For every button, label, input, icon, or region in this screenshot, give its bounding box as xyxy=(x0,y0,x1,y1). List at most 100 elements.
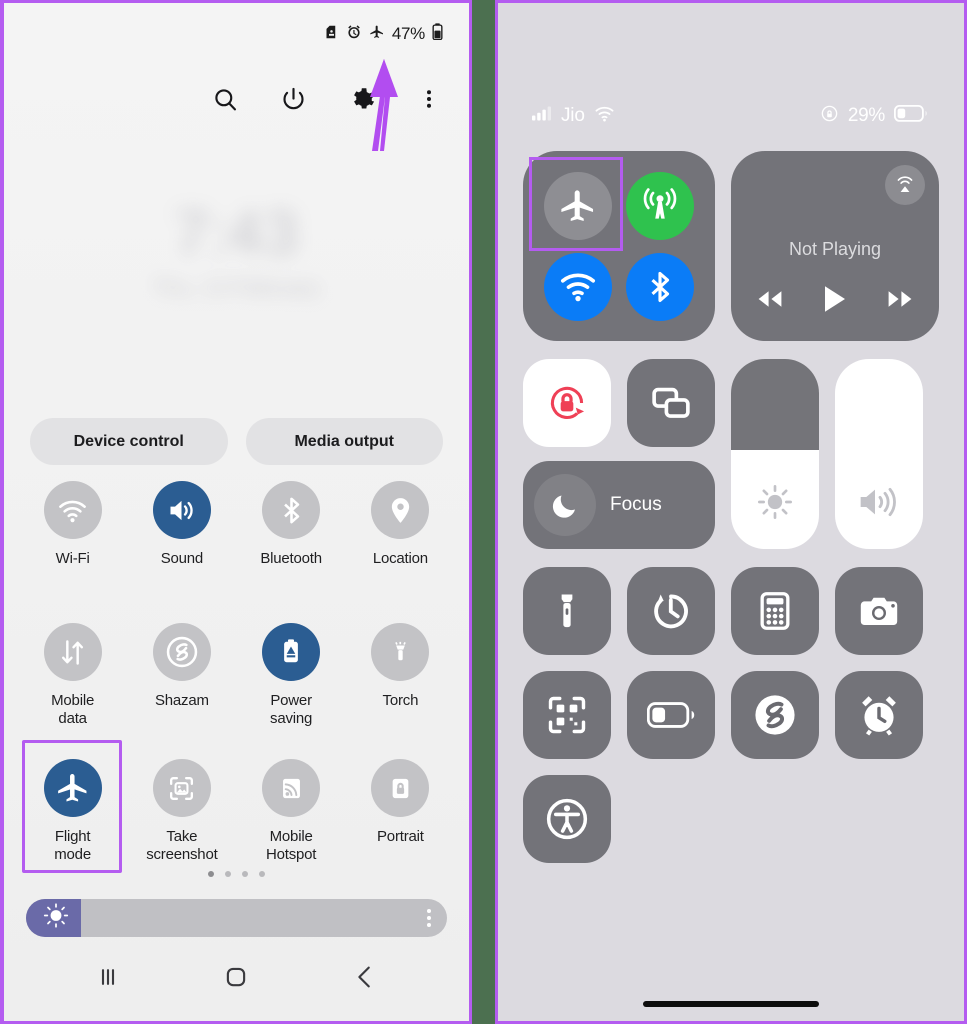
screen-mirroring-icon xyxy=(652,387,690,418)
rotation-lock-icon xyxy=(550,386,585,419)
page-indicator-dots[interactable] xyxy=(4,871,469,877)
accessibility-icon xyxy=(546,798,588,840)
quick-tile-power-saving[interactable]: Power saving xyxy=(237,623,346,759)
wifi-icon xyxy=(43,481,102,539)
alarm-icon xyxy=(346,24,362,45)
page-dot[interactable] xyxy=(208,871,214,877)
airplane-icon xyxy=(561,189,594,221)
control-center-app-tiles xyxy=(523,567,939,863)
play-button[interactable] xyxy=(822,284,848,319)
brightness-icon xyxy=(43,903,69,934)
quick-tile-label: Power saving xyxy=(270,692,313,727)
cellular-data-toggle[interactable] xyxy=(626,171,694,240)
page-dot[interactable] xyxy=(225,871,231,877)
battery-icon xyxy=(893,104,928,127)
quick-tile-bluetooth[interactable]: Bluetooth xyxy=(237,481,346,623)
page-dot[interactable] xyxy=(259,871,265,877)
quick-tile-wifi[interactable]: Wi-Fi xyxy=(18,481,127,623)
power-icon[interactable] xyxy=(271,77,315,121)
volume-slider[interactable] xyxy=(835,359,923,549)
bluetooth-icon xyxy=(262,481,321,539)
control-center-grid: Not Playing Focus xyxy=(523,151,939,863)
search-icon[interactable] xyxy=(203,77,247,121)
rotation-lock-icon xyxy=(820,104,839,128)
quick-tile-label: Mobile Hotspot xyxy=(265,828,317,863)
brightness-icon xyxy=(755,482,795,527)
bluetooth-toggle[interactable] xyxy=(626,252,694,321)
media-status-text: Not Playing xyxy=(788,239,882,259)
brightness-slider[interactable] xyxy=(731,359,819,549)
moon-icon xyxy=(534,474,596,536)
quick-tile-label: Location xyxy=(372,550,428,567)
airplane-mode-status-icon xyxy=(369,24,385,45)
clock-date: Thu, 13 February xyxy=(152,275,321,300)
rewind-button[interactable] xyxy=(754,288,786,315)
wifi-toggle[interactable] xyxy=(544,252,612,321)
quick-tile-mobile-data[interactable]: Mobile data xyxy=(18,623,127,759)
airplane-icon xyxy=(43,759,102,817)
calculator-icon xyxy=(760,592,790,630)
device-control-button[interactable]: Device control xyxy=(30,418,228,465)
android-tile-grid: Wi-Fi Sound Bluetooth Location Mobile da… xyxy=(18,481,455,895)
screen-mirroring-tile[interactable] xyxy=(627,359,715,447)
bluetooth-icon xyxy=(651,271,670,302)
sim-card-icon xyxy=(324,24,339,45)
media-transport-controls xyxy=(754,284,916,319)
hotspot-icon xyxy=(262,759,321,817)
torch-icon xyxy=(371,623,430,681)
wifi-icon xyxy=(594,106,615,127)
cellular-bars-icon xyxy=(532,106,552,126)
focus-label: Focus xyxy=(610,494,662,515)
volume-icon xyxy=(857,482,901,527)
rotation-lock-icon xyxy=(371,759,430,817)
back-button[interactable] xyxy=(335,947,395,1007)
quick-tile-location[interactable]: Location xyxy=(346,481,455,623)
airplane-mode-toggle[interactable] xyxy=(544,171,612,240)
annotation-arrow xyxy=(370,59,398,151)
rotation-lock-tile[interactable] xyxy=(523,359,611,447)
home-button[interactable] xyxy=(206,947,266,1007)
flashlight-tile[interactable] xyxy=(523,567,611,655)
qr-scanner-tile[interactable] xyxy=(523,671,611,759)
home-indicator xyxy=(643,1001,819,1007)
recents-button[interactable] xyxy=(78,947,138,1007)
alarm-clock-icon xyxy=(862,696,896,736)
battery-icon xyxy=(432,23,443,45)
ios-battery-percent: 29% xyxy=(847,105,885,126)
sound-icon xyxy=(152,481,211,539)
mobile-data-icon xyxy=(43,623,102,681)
accessibility-tile[interactable] xyxy=(523,775,611,863)
android-battery-percent: 47% xyxy=(391,24,425,43)
android-quick-settings-panel: 47% 7:43 Thu, 13 February Device control… xyxy=(0,0,472,1024)
screenshot-icon xyxy=(152,759,211,817)
lockscreen-clock: 7:43 Thu, 13 February xyxy=(4,198,469,301)
ios-control-center-panel: Jio 29% Not Playing Focus xyxy=(495,0,967,1024)
fast-forward-button[interactable] xyxy=(884,288,916,315)
brightness-track-filled xyxy=(731,359,819,451)
quick-tile-label: Flight mode xyxy=(54,828,91,863)
quick-tile-shazam[interactable]: Shazam xyxy=(127,623,236,759)
quick-tile-label: Take screenshot xyxy=(146,828,218,863)
media-output-button[interactable]: Media output xyxy=(245,418,443,465)
quick-tile-torch[interactable]: Torch xyxy=(346,623,455,759)
airplay-audio-icon[interactable] xyxy=(885,165,925,205)
quick-tile-label: Portrait xyxy=(377,828,424,845)
clock-time: 7:43 xyxy=(174,199,299,268)
quick-tile-sound[interactable]: Sound xyxy=(127,481,236,623)
timer-tile[interactable] xyxy=(627,567,715,655)
brightness-menu-icon[interactable] xyxy=(427,909,431,927)
ios-status-bar: Jio 29% xyxy=(498,99,964,133)
comparison-stage: 47% 7:43 Thu, 13 February Device control… xyxy=(0,0,967,1024)
brightness-slider[interactable] xyxy=(26,899,447,937)
media-module[interactable]: Not Playing xyxy=(731,151,939,341)
page-dot[interactable] xyxy=(242,871,248,877)
carrier-name: Jio xyxy=(561,105,585,126)
alarm-tile[interactable] xyxy=(835,671,923,759)
shazam-tile[interactable] xyxy=(731,671,819,759)
camera-tile[interactable] xyxy=(835,567,923,655)
low-power-mode-tile[interactable] xyxy=(627,671,715,759)
quick-tile-label: Shazam xyxy=(154,692,209,709)
focus-tile[interactable]: Focus xyxy=(523,461,715,549)
calculator-tile[interactable] xyxy=(731,567,819,655)
android-pill-row: Device control Media output xyxy=(30,418,443,465)
